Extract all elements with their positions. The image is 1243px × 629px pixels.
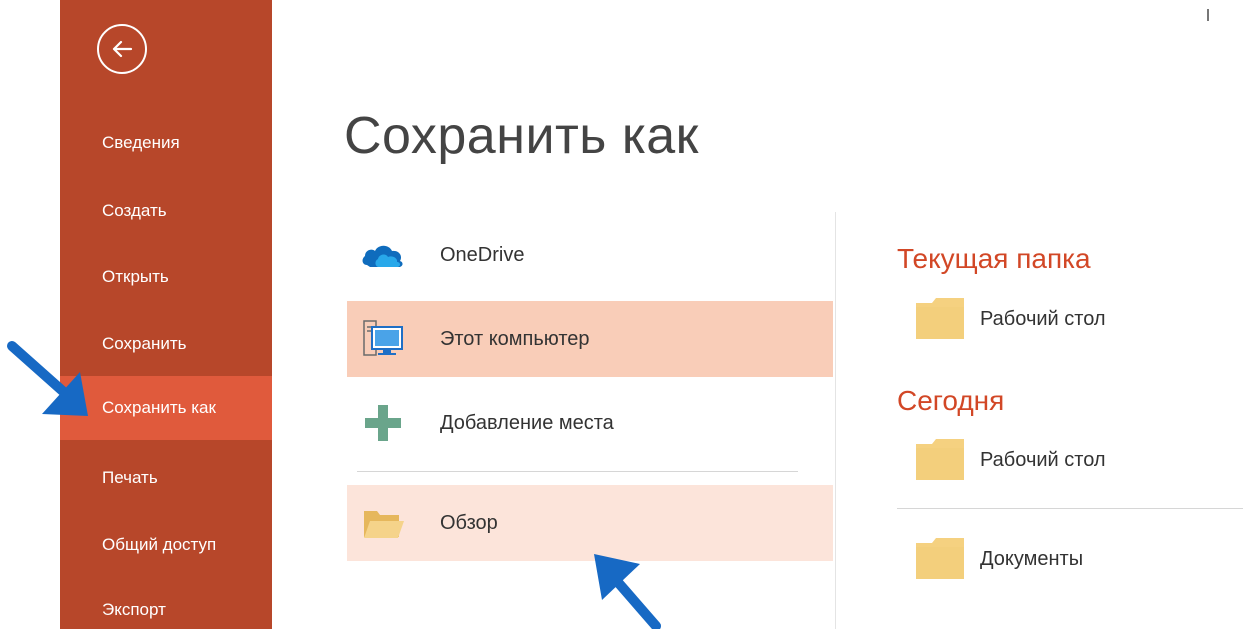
folder-label: Рабочий стол bbox=[980, 449, 1106, 471]
nav-info[interactable]: Сведения bbox=[60, 111, 272, 175]
folder-divider bbox=[897, 508, 1243, 509]
location-onedrive[interactable]: OneDrive bbox=[347, 217, 833, 293]
folder-icon bbox=[916, 538, 964, 579]
section-title-today: Сегодня bbox=[897, 385, 1005, 416]
folder-label: Рабочий стол bbox=[980, 308, 1106, 330]
nav-export[interactable]: Экспорт bbox=[60, 578, 272, 629]
location-label: Добавление места bbox=[440, 412, 614, 434]
open-folder-icon bbox=[364, 511, 404, 538]
folder-label: Документы bbox=[980, 548, 1084, 570]
pane-divider bbox=[835, 212, 836, 629]
section-title-current-folder: Текущая папка bbox=[897, 243, 1091, 274]
annotation-arrow-icon bbox=[594, 554, 661, 629]
recent-folder[interactable]: Рабочий стол bbox=[916, 297, 1243, 343]
nav-open[interactable]: Открыть bbox=[60, 245, 272, 309]
plus-icon bbox=[365, 405, 401, 441]
annotation-arrow-icon bbox=[7, 341, 88, 416]
location-label: Обзор bbox=[440, 512, 498, 534]
recent-folder[interactable]: Рабочий стол bbox=[916, 438, 1243, 484]
folder-icon bbox=[916, 439, 964, 480]
location-divider bbox=[357, 471, 798, 472]
window-edge-mark bbox=[1207, 9, 1209, 21]
computer-icon bbox=[363, 320, 403, 356]
location-label: OneDrive bbox=[440, 244, 525, 266]
folder-icon bbox=[916, 298, 964, 339]
back-button[interactable] bbox=[97, 24, 147, 74]
location-add-place[interactable]: Добавление места bbox=[347, 385, 833, 461]
page-title: Сохранить как bbox=[344, 107, 699, 165]
nav-print[interactable]: Печать bbox=[60, 446, 272, 510]
onedrive-cloud-icon bbox=[362, 245, 403, 267]
location-this-pc[interactable]: Этот компьютер bbox=[347, 301, 833, 377]
back-arrow-icon bbox=[112, 40, 133, 58]
recent-folder[interactable]: Документы bbox=[916, 537, 1243, 583]
nav-share[interactable]: Общий доступ bbox=[60, 513, 272, 577]
location-label: Этот компьютер bbox=[440, 328, 590, 350]
nav-new[interactable]: Создать bbox=[60, 179, 272, 243]
